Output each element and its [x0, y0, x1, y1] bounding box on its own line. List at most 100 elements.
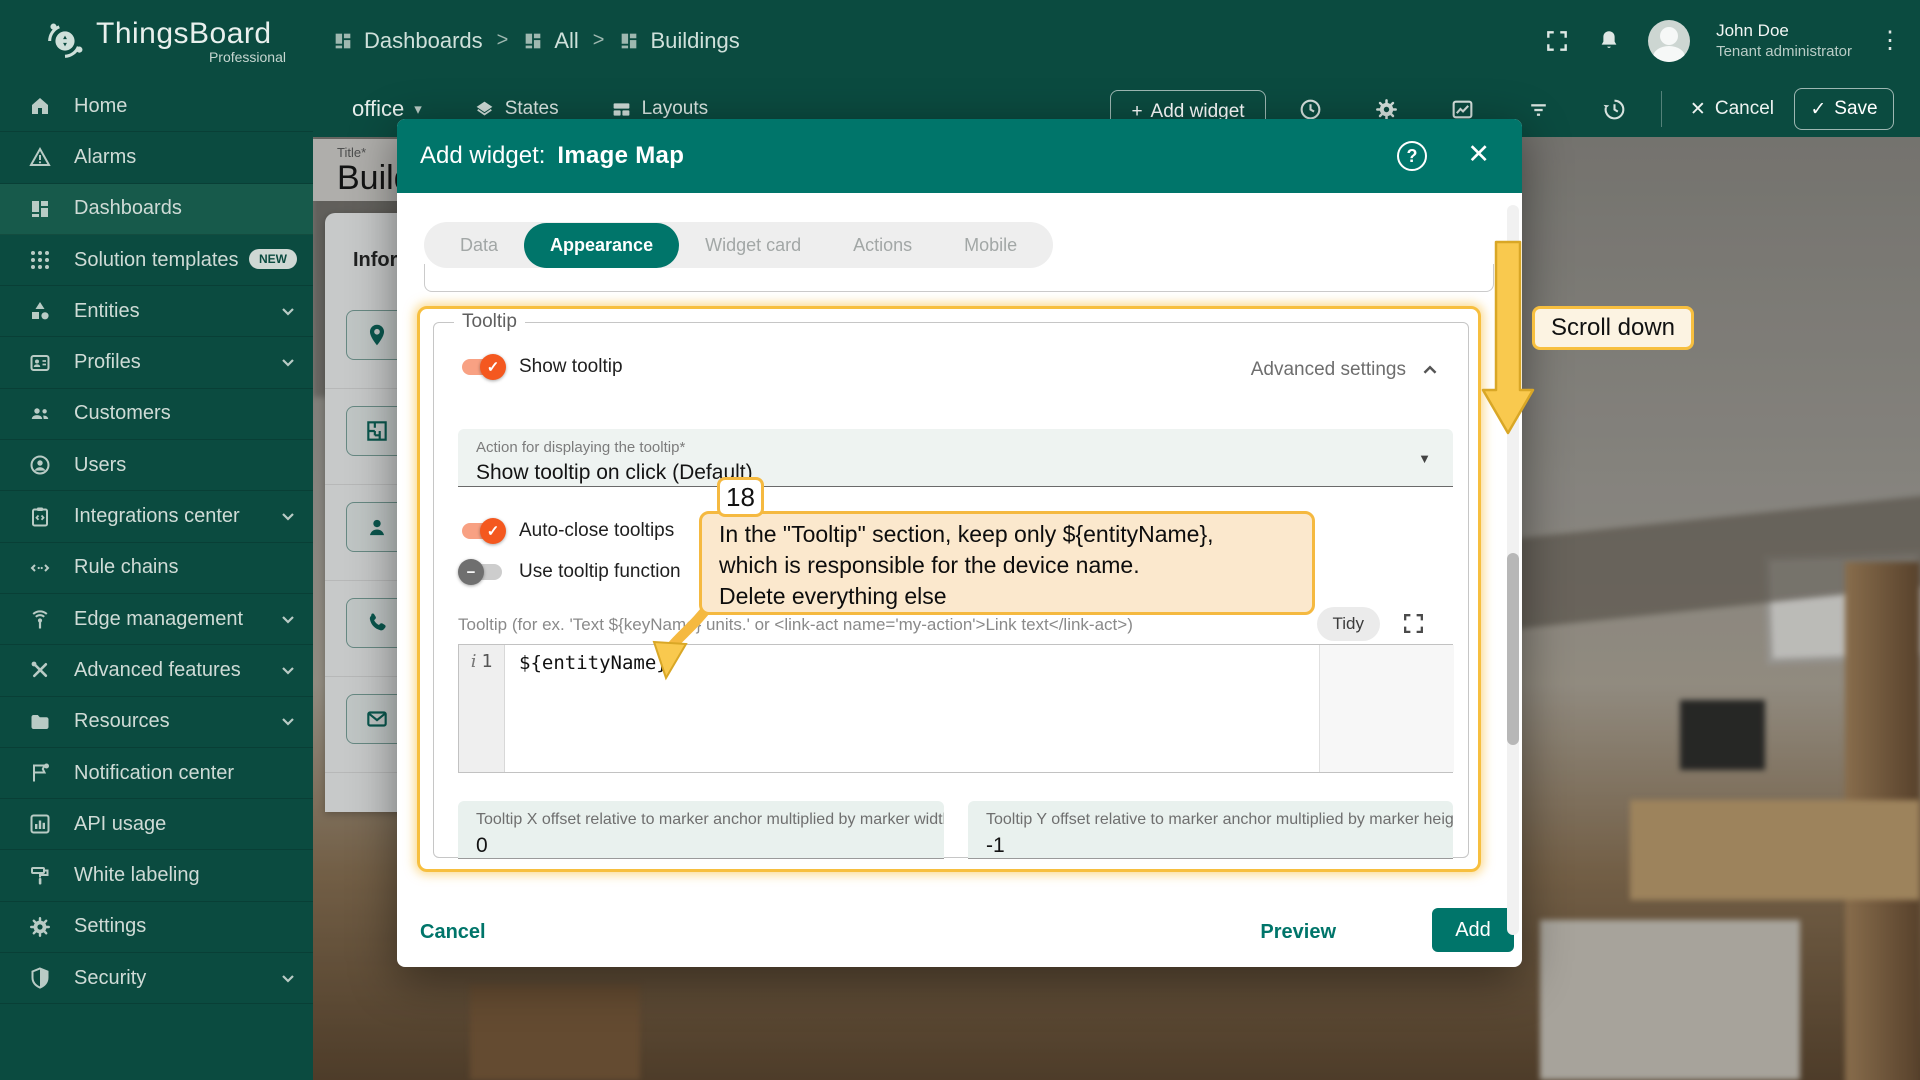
- brand-subtitle: Professional: [96, 49, 286, 65]
- sidebar-item-label: Integrations center: [74, 505, 240, 528]
- tab-mobile[interactable]: Mobile: [938, 223, 1043, 268]
- brand-name: ThingsBoard: [96, 17, 286, 51]
- sidebar-item-entities[interactable]: Entities: [0, 286, 313, 337]
- sidebar-item-label: Settings: [74, 915, 146, 938]
- sidebar-item-label: Alarms: [74, 146, 136, 169]
- layers-icon: [474, 99, 495, 120]
- dashboards-icon: [28, 197, 52, 221]
- layouts-icon: [611, 99, 632, 120]
- paint-roller-icon: [28, 864, 52, 888]
- breadcrumb-buildings[interactable]: Buildings: [618, 28, 739, 54]
- sidebar-item-profiles[interactable]: Profiles: [0, 337, 313, 388]
- bell-icon: [1596, 28, 1622, 54]
- profiles-icon: [28, 351, 52, 375]
- chevron-down-icon: [281, 615, 295, 624]
- chevron-down-icon: [281, 307, 295, 316]
- sidebar-item-integrations-center[interactable]: Integrations center: [0, 491, 313, 542]
- version-history-button[interactable]: [1577, 97, 1653, 122]
- breadcrumb-all[interactable]: All: [522, 28, 578, 54]
- layouts-button[interactable]: Layouts: [611, 98, 709, 120]
- sidebar-item-label: Resources: [74, 710, 170, 733]
- dialog-widget-name: Image Map: [557, 142, 684, 170]
- sidebar-item-notification-center[interactable]: Notification center: [0, 748, 313, 799]
- chart-image-icon: [1450, 97, 1475, 122]
- folder-icon: [28, 710, 52, 734]
- close-icon: ✕: [1690, 98, 1706, 121]
- sidebar-item-label: Home: [74, 95, 127, 118]
- tab-data[interactable]: Data: [434, 223, 524, 268]
- step-number-badge: 18: [717, 477, 764, 517]
- entity-aliases-button[interactable]: [1425, 97, 1501, 122]
- customers-icon: [28, 402, 52, 426]
- sidebar-item-label: Notification center: [74, 762, 234, 785]
- fullscreen-button[interactable]: [1544, 28, 1570, 54]
- chevron-down-icon: [281, 717, 295, 726]
- tab-appearance[interactable]: Appearance: [524, 223, 679, 268]
- sidebar-item-rule-chains[interactable]: Rule chains: [0, 543, 313, 594]
- sidebar-item-settings[interactable]: Settings: [0, 902, 313, 953]
- check-icon: ✓: [1810, 98, 1826, 121]
- sidebar-item-api-usage[interactable]: API usage: [0, 799, 313, 850]
- breadcrumb: Dashboards > All > Buildings: [332, 28, 740, 54]
- filters-button[interactable]: [1501, 97, 1577, 122]
- timewindow-button[interactable]: [1273, 97, 1349, 122]
- chevron-down-icon: [281, 358, 295, 367]
- sidebar-item-resources[interactable]: Resources: [0, 697, 313, 748]
- brand[interactable]: ThingsBoard Professional: [96, 17, 286, 65]
- sidebar-item-label: Customers: [74, 402, 171, 425]
- top-bar-actions: John Doe Tenant administrator ⋮: [1544, 0, 1902, 81]
- dialog-scrollbar-thumb[interactable]: [1507, 553, 1519, 745]
- sidebar-item-dashboards[interactable]: Dashboards: [0, 184, 313, 235]
- edge-icon: [28, 607, 52, 631]
- dashboards-icon: [332, 30, 354, 52]
- layouts-label: Layouts: [642, 98, 709, 120]
- chevron-down-icon: [281, 512, 295, 521]
- dashboards-icon: [522, 30, 544, 52]
- sidebar-item-users[interactable]: Users: [0, 440, 313, 491]
- user-info[interactable]: John Doe Tenant administrator: [1716, 21, 1852, 60]
- sidebar-item-label: Rule chains: [74, 556, 179, 579]
- sidebar-item-home[interactable]: Home: [0, 81, 313, 132]
- integrations-icon: [28, 505, 52, 529]
- user-avatar[interactable]: [1648, 20, 1690, 62]
- sidebar-item-security[interactable]: Security: [0, 953, 313, 1004]
- save-button[interactable]: ✓ Save: [1794, 88, 1894, 130]
- sidebar-item-white-labeling[interactable]: White labeling: [0, 850, 313, 901]
- breadcrumb-label: All: [554, 28, 578, 54]
- dialog-cancel-button[interactable]: Cancel: [420, 921, 486, 944]
- breadcrumb-dashboards[interactable]: Dashboards: [332, 28, 483, 54]
- chevron-down-icon: [281, 974, 295, 983]
- cancel-edit-button[interactable]: ✕ Cancel: [1690, 98, 1774, 121]
- sidebar-item-label: Security: [74, 967, 146, 990]
- caret-down-icon: ▾: [414, 100, 422, 118]
- sidebar-item-label: Entities: [74, 300, 140, 323]
- states-button[interactable]: States: [474, 98, 559, 120]
- dialog-title: Add widget:: [420, 142, 545, 170]
- chevron-down-icon: [281, 666, 295, 675]
- close-dialog-button[interactable]: ✕: [1467, 139, 1490, 170]
- tab-widget-card[interactable]: Widget card: [679, 223, 827, 268]
- tab-actions[interactable]: Actions: [827, 223, 938, 268]
- more-menu-button[interactable]: ⋮: [1878, 26, 1902, 55]
- flag-icon: [28, 761, 52, 785]
- notifications-button[interactable]: [1596, 28, 1622, 54]
- thingsboard-logo-icon: [42, 18, 88, 64]
- help-button[interactable]: ?: [1397, 141, 1427, 171]
- clock-icon: [1298, 97, 1323, 122]
- history-icon: [1602, 97, 1627, 122]
- gear-icon: [28, 915, 52, 939]
- sidebar-item-alarms[interactable]: Alarms: [0, 132, 313, 183]
- dialog-tabs: Data Appearance Widget card Actions Mobi…: [424, 222, 1053, 268]
- sidebar-item-advanced-features[interactable]: Advanced features: [0, 645, 313, 696]
- grid-icon: [28, 248, 52, 272]
- sidebar-item-customers[interactable]: Customers: [0, 389, 313, 440]
- sidebar-item-solution-templates[interactable]: Solution templatesNEW: [0, 235, 313, 286]
- add-button[interactable]: Add: [1432, 908, 1514, 952]
- dashboard-settings-button[interactable]: [1349, 97, 1425, 122]
- sidebar-item-edge-management[interactable]: Edge management: [0, 594, 313, 645]
- sidebar-item-label: Edge management: [74, 608, 243, 631]
- sidebar-item-label: Profiles: [74, 351, 141, 374]
- users-icon: [28, 453, 52, 477]
- filter-icon: [1526, 97, 1551, 122]
- preview-button[interactable]: Preview: [1260, 921, 1336, 944]
